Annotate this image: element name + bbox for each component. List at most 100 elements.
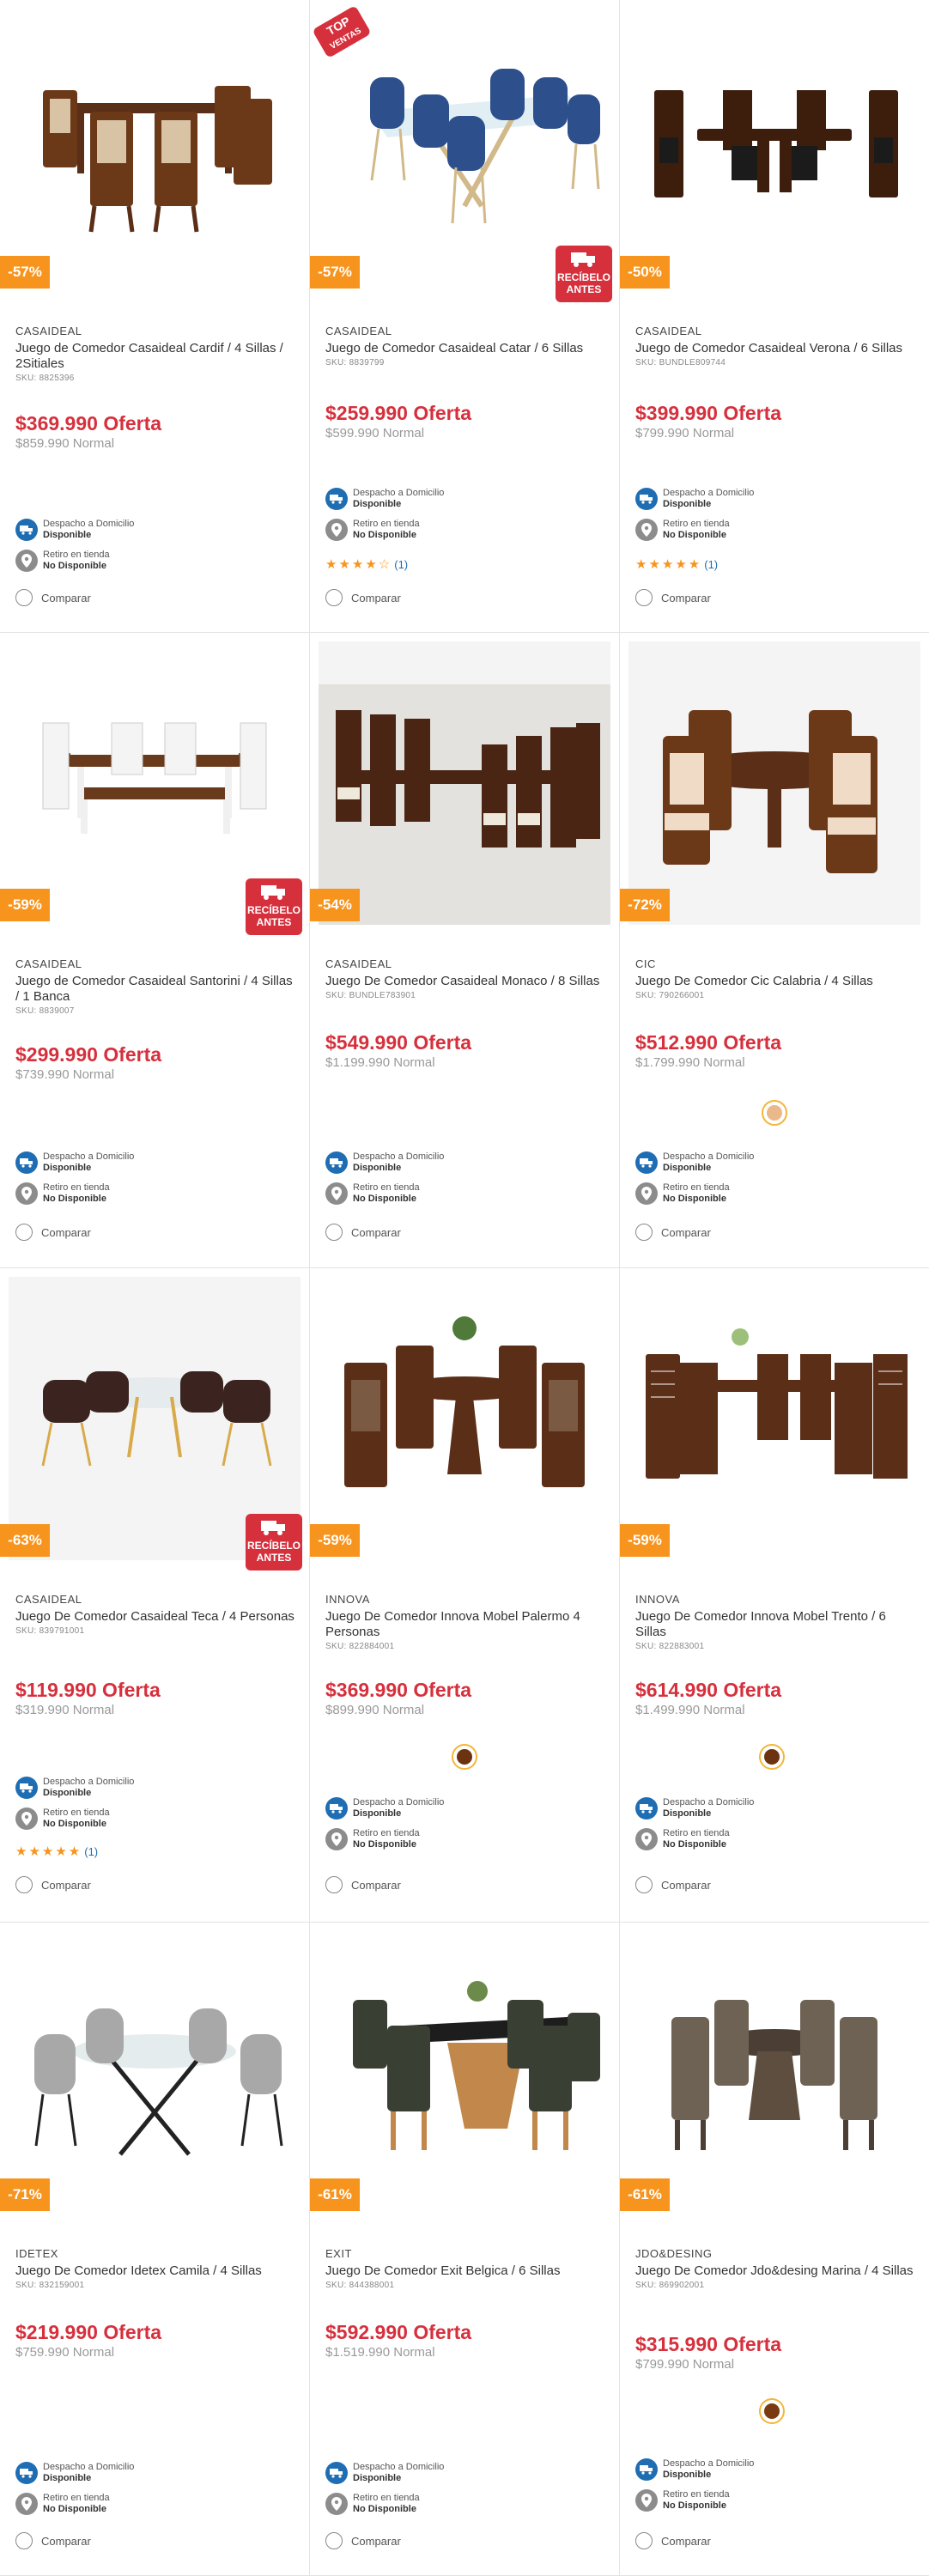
compare-radio[interactable] [15, 1876, 33, 1893]
compare-checkbox[interactable]: Comparar [15, 2532, 91, 2549]
compare-checkbox[interactable]: Comparar [635, 1224, 711, 1241]
product-image[interactable] [319, 1277, 610, 1560]
compare-radio[interactable] [325, 589, 343, 606]
product-card[interactable]: -61% EXIT Juego De Comedor Exit Belgica … [310, 1923, 620, 2576]
rating-stars[interactable]: ★★★★★ (1) [15, 1844, 98, 1859]
compare-radio[interactable] [15, 2532, 33, 2549]
product-image[interactable] [628, 1931, 920, 2215]
compare-radio[interactable] [635, 1224, 653, 1241]
product-brand: EXIT [325, 2247, 352, 2260]
product-image[interactable] [628, 641, 920, 925]
normal-price: $859.990 Normal [15, 436, 115, 451]
despacho-label: Despacho a Domicilio [353, 1151, 445, 1162]
truck-icon [261, 1521, 285, 1535]
compare-checkbox[interactable]: Comparar [15, 1224, 91, 1241]
compare-radio[interactable] [325, 2532, 343, 2549]
compare-checkbox[interactable]: Comparar [325, 2532, 401, 2549]
product-title[interactable]: Juego de Comedor Casaideal Cardif / 4 Si… [15, 341, 297, 372]
truck-icon [15, 2462, 38, 2484]
compare-checkbox[interactable]: Comparar [15, 1876, 91, 1893]
product-card[interactable]: -59% INNOVA Juego De Comedor Innova Mobe… [310, 1268, 620, 1923]
compare-radio[interactable] [15, 1224, 33, 1241]
product-info: CASAIDEAL Juego De Comedor Casaideal Mon… [325, 957, 607, 1000]
compare-radio[interactable] [635, 2532, 653, 2549]
rating-count[interactable]: (1) [84, 1845, 98, 1858]
product-card[interactable]: TOP VENTAS -57% RECÍBELO ANTES CASAIDEAL … [310, 0, 620, 633]
normal-price: $599.990 Normal [325, 426, 425, 440]
product-card[interactable]: -59% RECÍBELO ANTES CASAIDEAL Juego de C… [0, 633, 310, 1268]
product-card[interactable]: -72% CIC Juego De Comedor Cic Calabria /… [620, 633, 929, 1268]
compare-label: Comparar [351, 1225, 401, 1239]
product-card[interactable]: -54% CASAIDEAL Juego De Comedor Casaidea… [310, 633, 620, 1268]
product-image[interactable] [9, 9, 301, 292]
product-title[interactable]: Juego De Comedor Innova Mobel Palermo 4 … [325, 1609, 607, 1640]
compare-checkbox[interactable]: Comparar [635, 589, 711, 606]
product-title[interactable]: Juego de Comedor Casaideal Santorini / 4… [15, 974, 297, 1005]
compare-radio[interactable] [325, 1224, 343, 1241]
color-swatch[interactable] [762, 1100, 787, 1126]
truck-icon [325, 1797, 348, 1820]
swatch-color [767, 1105, 782, 1121]
compare-radio[interactable] [635, 1876, 653, 1893]
delivery-options: Despacho a Domicilio Disponible Retiro en… [15, 1148, 187, 1210]
compare-label: Comparar [41, 2534, 91, 2548]
retiro-status: No Disponible [43, 1819, 106, 1829]
product-card[interactable]: -50% CASAIDEAL Juego de Comedor Casaidea… [620, 0, 929, 633]
product-brand: JDO&DESING [635, 2247, 713, 2260]
product-title[interactable]: Juego De Comedor Casaideal Monaco / 8 Si… [325, 974, 607, 989]
rating-count[interactable]: (1) [704, 558, 718, 571]
product-card[interactable]: -59% INNOVA Juego De Comedor Innova Mobe… [620, 1268, 929, 1923]
product-card[interactable]: -61% JDO&DESING Juego De Comedor Jdo&des… [620, 1923, 929, 2576]
despacho-label: Despacho a Domicilio [353, 1797, 445, 1807]
color-swatch[interactable] [452, 1744, 477, 1770]
compare-radio[interactable] [325, 1876, 343, 1893]
rating-count[interactable]: (1) [394, 558, 408, 571]
product-title[interactable]: Juego De Comedor Idetex Camila / 4 Silla… [15, 2263, 297, 2279]
product-image[interactable] [9, 1931, 301, 2215]
location-pin-icon [325, 1828, 348, 1850]
compare-checkbox[interactable]: Comparar [15, 589, 91, 606]
product-brand: IDETEX [15, 2247, 58, 2260]
compare-checkbox[interactable]: Comparar [325, 589, 401, 606]
product-title[interactable]: Juego De Comedor Exit Belgica / 6 Sillas [325, 2263, 607, 2279]
normal-price: $799.990 Normal [635, 426, 735, 440]
despacho-status: Disponible [353, 2473, 402, 2483]
product-title[interactable]: Juego De Comedor Innova Mobel Trento / 6… [635, 1609, 917, 1640]
product-card[interactable]: -57% CASAIDEAL Juego de Comedor Casaidea… [0, 0, 310, 633]
truck-icon [571, 252, 595, 267]
product-info: CASAIDEAL Juego De Comedor Casaideal Tec… [15, 1593, 297, 1636]
offer-price: $315.990 Oferta [635, 2333, 782, 2355]
product-title[interactable]: Juego de Comedor Casaideal Catar / 6 Sil… [325, 341, 607, 356]
compare-checkbox[interactable]: Comparar [635, 1876, 711, 1893]
color-swatch[interactable] [759, 1744, 785, 1770]
compare-radio[interactable] [15, 589, 33, 606]
location-pin-icon [15, 1807, 38, 1830]
rating-stars[interactable]: ★★★★★ (1) [635, 556, 718, 572]
product-sku: SKU: BUNDLE809744 [635, 358, 726, 368]
compare-radio[interactable] [635, 589, 653, 606]
compare-checkbox[interactable]: Comparar [325, 1224, 401, 1241]
product-image[interactable] [319, 641, 610, 925]
product-title[interactable]: Juego De Comedor Jdo&desing Marina / 4 S… [635, 2263, 917, 2279]
retiro-label: Retiro en tienda [663, 519, 730, 529]
product-card[interactable]: -63% RECÍBELO ANTES CASAIDEAL Juego De C… [0, 1268, 310, 1923]
despacho-status: Disponible [663, 2470, 712, 2480]
product-image[interactable] [628, 9, 920, 292]
product-image[interactable] [319, 1931, 610, 2215]
color-swatch[interactable] [759, 2398, 785, 2424]
compare-checkbox[interactable]: Comparar [635, 2532, 711, 2549]
compare-checkbox[interactable]: Comparar [325, 1876, 401, 1893]
despacho-label: Despacho a Domicilio [43, 1151, 135, 1162]
discount-badge: -57% [310, 256, 360, 289]
normal-price: $1.199.990 Normal [325, 1055, 435, 1070]
product-title[interactable]: Juego de Comedor Casaideal Verona / 6 Si… [635, 341, 917, 356]
product-title[interactable]: Juego De Comedor Casaideal Teca / 4 Pers… [15, 1609, 297, 1625]
discount-badge: -57% [0, 256, 50, 289]
discount-badge: -59% [620, 1524, 670, 1557]
rating-stars[interactable]: ★★★★☆ (1) [325, 556, 408, 572]
product-image[interactable] [628, 1277, 920, 1560]
product-title[interactable]: Juego De Comedor Cic Calabria / 4 Sillas [635, 974, 917, 989]
retiro-label: Retiro en tienda [663, 2489, 730, 2500]
product-card[interactable]: -71% IDETEX Juego De Comedor Idetex Cami… [0, 1923, 310, 2576]
retiro-status: No Disponible [353, 1839, 416, 1850]
